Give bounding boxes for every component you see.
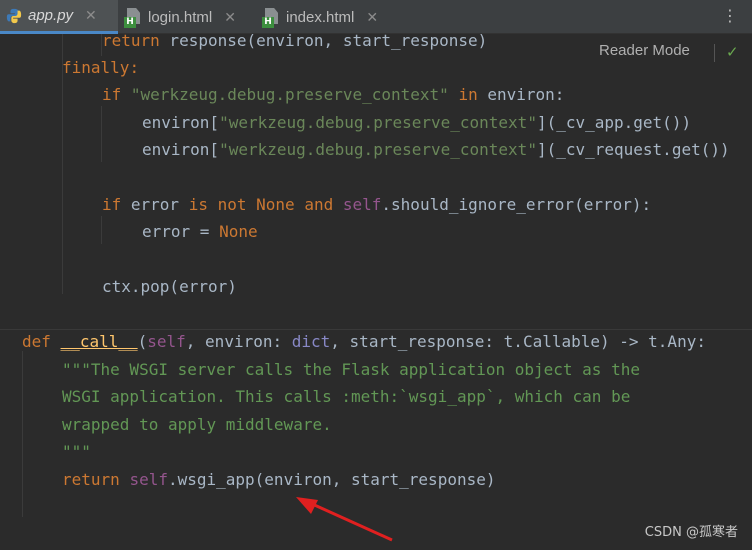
watermark: CSDN @孤寒者 — [644, 525, 738, 540]
annotation-arrow — [296, 497, 393, 542]
